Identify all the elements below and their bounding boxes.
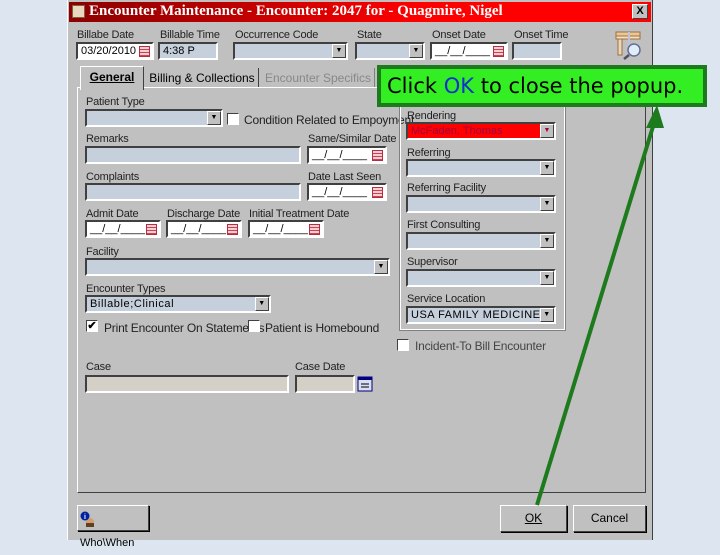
callout-arrow-line: [535, 119, 657, 506]
callout-arrow-head: [646, 105, 664, 128]
callout-arrow-layer: [535, 105, 664, 506]
